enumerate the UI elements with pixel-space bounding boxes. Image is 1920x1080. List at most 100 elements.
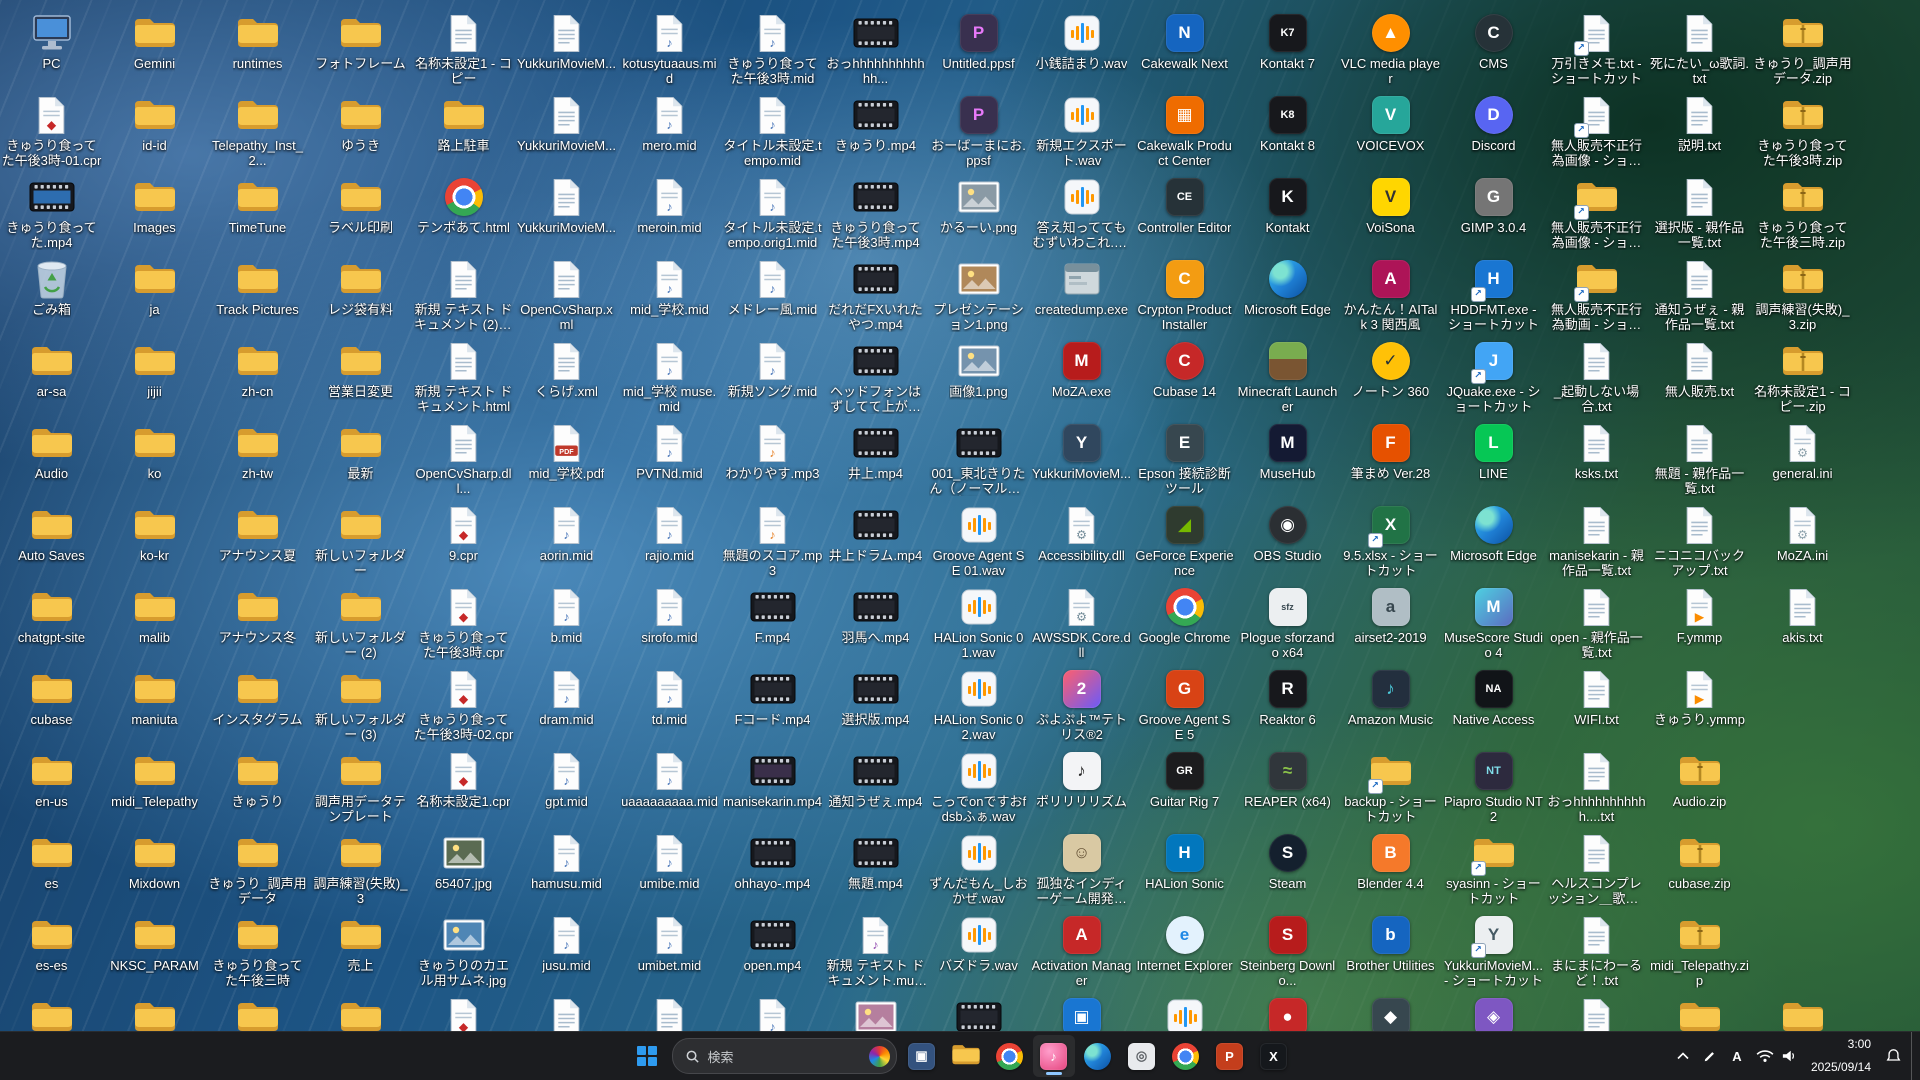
desktop-icon[interactable]: [824, 992, 927, 1032]
desktop-icon[interactable]: jijii: [103, 336, 206, 400]
desktop-icon[interactable]: HALion Sonic 01.wav: [927, 582, 1030, 660]
desktop-icon[interactable]: M MuseHub: [1236, 418, 1339, 482]
desktop-icon[interactable]: P Untitled.ppsf: [927, 8, 1030, 72]
desktop-icon[interactable]: Auto Saves: [0, 500, 103, 564]
desktop-icon[interactable]: ♪ aorin.mid: [515, 500, 618, 564]
desktop-icon[interactable]: C Crypton Product Installer: [1133, 254, 1236, 332]
desktop-icon[interactable]: 売上: [309, 910, 412, 974]
desktop-icon[interactable]: 答え知っててもむずいわこれ.wav: [1030, 172, 1133, 250]
desktop-icon[interactable]: e Internet Explorer: [1133, 910, 1236, 974]
desktop-icon[interactable]: きゅうりのカエル用サムネ.jpg: [412, 910, 515, 988]
desktop-icon[interactable]: 新規 テキスト ドキュメント (2).html: [412, 254, 515, 332]
ime-indicator[interactable]: A: [1724, 1036, 1750, 1076]
desktop-icon[interactable]: M MoZA.exe: [1030, 336, 1133, 400]
desktop-icon[interactable]: 名称未設定1 - コピー: [412, 8, 515, 86]
desktop-icon[interactable]: 路上駐車: [412, 90, 515, 154]
desktop-icon[interactable]: 名称未設定1 - コピー.zip: [1751, 336, 1854, 414]
taskbar-colorful-round-app[interactable]: [1165, 1035, 1207, 1077]
desktop-icon[interactable]: ▦ Cakewalk Product Center: [1133, 90, 1236, 168]
desktop-icon[interactable]: ♪ きゅうり食ってた午後3時.mid: [721, 8, 824, 86]
start-button[interactable]: [626, 1035, 668, 1077]
desktop-icon[interactable]: es-es: [0, 910, 103, 974]
desktop-icon[interactable]: ♪ sirofo.mid: [618, 582, 721, 646]
desktop-icon[interactable]: midi_Telepathy.zip: [1648, 910, 1751, 988]
desktop-icon[interactable]: ♪ kotusytuaaus.mid: [618, 8, 721, 86]
desktop-icon[interactable]: きゅうり食ってた午後三時: [206, 910, 309, 988]
desktop-icon[interactable]: ゆうき: [309, 90, 412, 154]
desktop-icon[interactable]: きゅうり_調声用データ: [206, 828, 309, 906]
desktop-icon[interactable]: まにまにわーるど！.txt: [1545, 910, 1648, 988]
desktop-icon[interactable]: V VOICEVOX: [1339, 90, 1442, 154]
desktop-icon[interactable]: 001_東北きりたん（ノーマル）_今じゃ...: [927, 418, 1030, 496]
desktop-icon[interactable]: Audio: [0, 418, 103, 482]
desktop-icon[interactable]: ▶ F.ymmp: [1648, 582, 1751, 646]
desktop-icon[interactable]: 井上.mp4: [824, 418, 927, 482]
desktop-icon[interactable]: L LINE: [1442, 418, 1545, 482]
desktop-icon[interactable]: おっhhhhhhhhhhhh...: [824, 8, 927, 86]
desktop-icon[interactable]: 小銭詰まり.wav: [1030, 8, 1133, 72]
desktop-icon[interactable]: ♪ dram.mid: [515, 664, 618, 728]
desktop-icon[interactable]: アナウンス冬: [206, 582, 309, 646]
desktop-icon[interactable]: Mixdown: [103, 828, 206, 892]
desktop-icon[interactable]: Track Pictures: [206, 254, 309, 318]
desktop-icon[interactable]: sfz Plogue sforzando x64: [1236, 582, 1339, 660]
desktop-icon[interactable]: A かんたん！AITalk 3 関西風: [1339, 254, 1442, 332]
desktop-icon[interactable]: ohhayo-.mp4: [721, 828, 824, 892]
desktop-icon[interactable]: ◆: [412, 992, 515, 1032]
desktop-icon[interactable]: midi_Telepathy: [103, 746, 206, 810]
desktop-icon[interactable]: ラベル印刷: [309, 172, 412, 236]
desktop-icon[interactable]: ごみ箱: [0, 254, 103, 318]
desktop-icon[interactable]: 無人販売.txt: [1648, 336, 1751, 400]
taskbar-pinned-app-blue[interactable]: ▣: [901, 1035, 943, 1077]
desktop-icon[interactable]: es: [0, 828, 103, 892]
desktop-icon[interactable]: ♪ PVTNd.mid: [618, 418, 721, 482]
desktop-icon[interactable]: manisekarin.mp4: [721, 746, 824, 810]
desktop-icon[interactable]: NT Piapro Studio NT2: [1442, 746, 1545, 824]
desktop-icon[interactable]: きゅうり食ってた午後三時.zip: [1751, 172, 1854, 250]
desktop-icon[interactable]: くらげ.xml: [515, 336, 618, 400]
desktop-icon[interactable]: ♪ hamusu.mid: [515, 828, 618, 892]
desktop-icon[interactable]: [927, 992, 1030, 1032]
desktop-icon[interactable]: ♪ 新規 テキスト ドキュメント.musicxml: [824, 910, 927, 988]
desktop-icon[interactable]: zh-tw: [206, 418, 309, 482]
desktop-icon[interactable]: OpenCvSharp.xml: [515, 254, 618, 332]
desktop-icon[interactable]: [1545, 992, 1648, 1032]
desktop-icon[interactable]: [515, 992, 618, 1032]
desktop-icon[interactable]: 2 ぷよぷよ™テトリス®2: [1030, 664, 1133, 742]
desktop-icon[interactable]: en-us: [0, 746, 103, 810]
desktop-icon[interactable]: ♪ メドレー風.mid: [721, 254, 824, 318]
desktop-icon[interactable]: PC: [0, 8, 103, 72]
desktop-icon[interactable]: アナウンス夏: [206, 500, 309, 564]
desktop-icon[interactable]: ♪ mero.mid: [618, 90, 721, 154]
desktop-icon[interactable]: M MuseScore Studio 4: [1442, 582, 1545, 660]
desktop-icon[interactable]: 新しいフォルダー (3): [309, 664, 412, 742]
desktop-icon[interactable]: B Blender 4.4: [1339, 828, 1442, 892]
desktop-icon[interactable]: GR Guitar Rig 7: [1133, 746, 1236, 810]
desktop-icon[interactable]: Google Chrome: [1133, 582, 1236, 646]
desktop-icon[interactable]: D Discord: [1442, 90, 1545, 154]
search-box[interactable]: 検索: [671, 1038, 897, 1074]
desktop-icon[interactable]: ヘッドフォンはずしてて上がったった.mp4: [824, 336, 927, 414]
desktop-icon[interactable]: [1751, 992, 1854, 1032]
desktop-icon[interactable]: open - 親作品一覧.txt: [1545, 582, 1648, 660]
desktop-icon[interactable]: ♪ uaaaaaaaaa.mid: [618, 746, 721, 810]
desktop-icon[interactable]: おっhhhhhhhhhhh....txt: [1545, 746, 1648, 824]
desktop-icon[interactable]: ↗無人販売不正行為画像 - ショートカット: [1545, 172, 1648, 250]
desktop-icon[interactable]: ニコニコバックアップ.txt: [1648, 500, 1751, 578]
desktop-icon[interactable]: ●: [1236, 992, 1339, 1032]
desktop-icon[interactable]: createdump.exe: [1030, 254, 1133, 318]
desktop-icon[interactable]: Fコード.mp4: [721, 664, 824, 728]
desktop-icon[interactable]: PDF mid_学校.pdf: [515, 418, 618, 482]
show-desktop-strip[interactable]: [1911, 1032, 1918, 1080]
desktop-icon[interactable]: cubase.zip: [1648, 828, 1751, 892]
desktop-icon[interactable]: Minecraft Launcher: [1236, 336, 1339, 414]
desktop-icon[interactable]: ♪ 新規ソング.mid: [721, 336, 824, 400]
desktop-icon[interactable]: S Steam: [1236, 828, 1339, 892]
desktop-icon[interactable]: Audio.zip: [1648, 746, 1751, 810]
desktop-icon[interactable]: 営業日変更: [309, 336, 412, 400]
desktop-icon[interactable]: ♪ わかりやす.mp3: [721, 418, 824, 482]
desktop-icon[interactable]: ◆ きゅうり食ってた午後3時-02.cpr: [412, 664, 515, 742]
desktop-icon[interactable]: ◈: [1442, 992, 1545, 1032]
desktop-icon[interactable]: 65407.jpg: [412, 828, 515, 892]
desktop-icon[interactable]: [1133, 992, 1236, 1032]
